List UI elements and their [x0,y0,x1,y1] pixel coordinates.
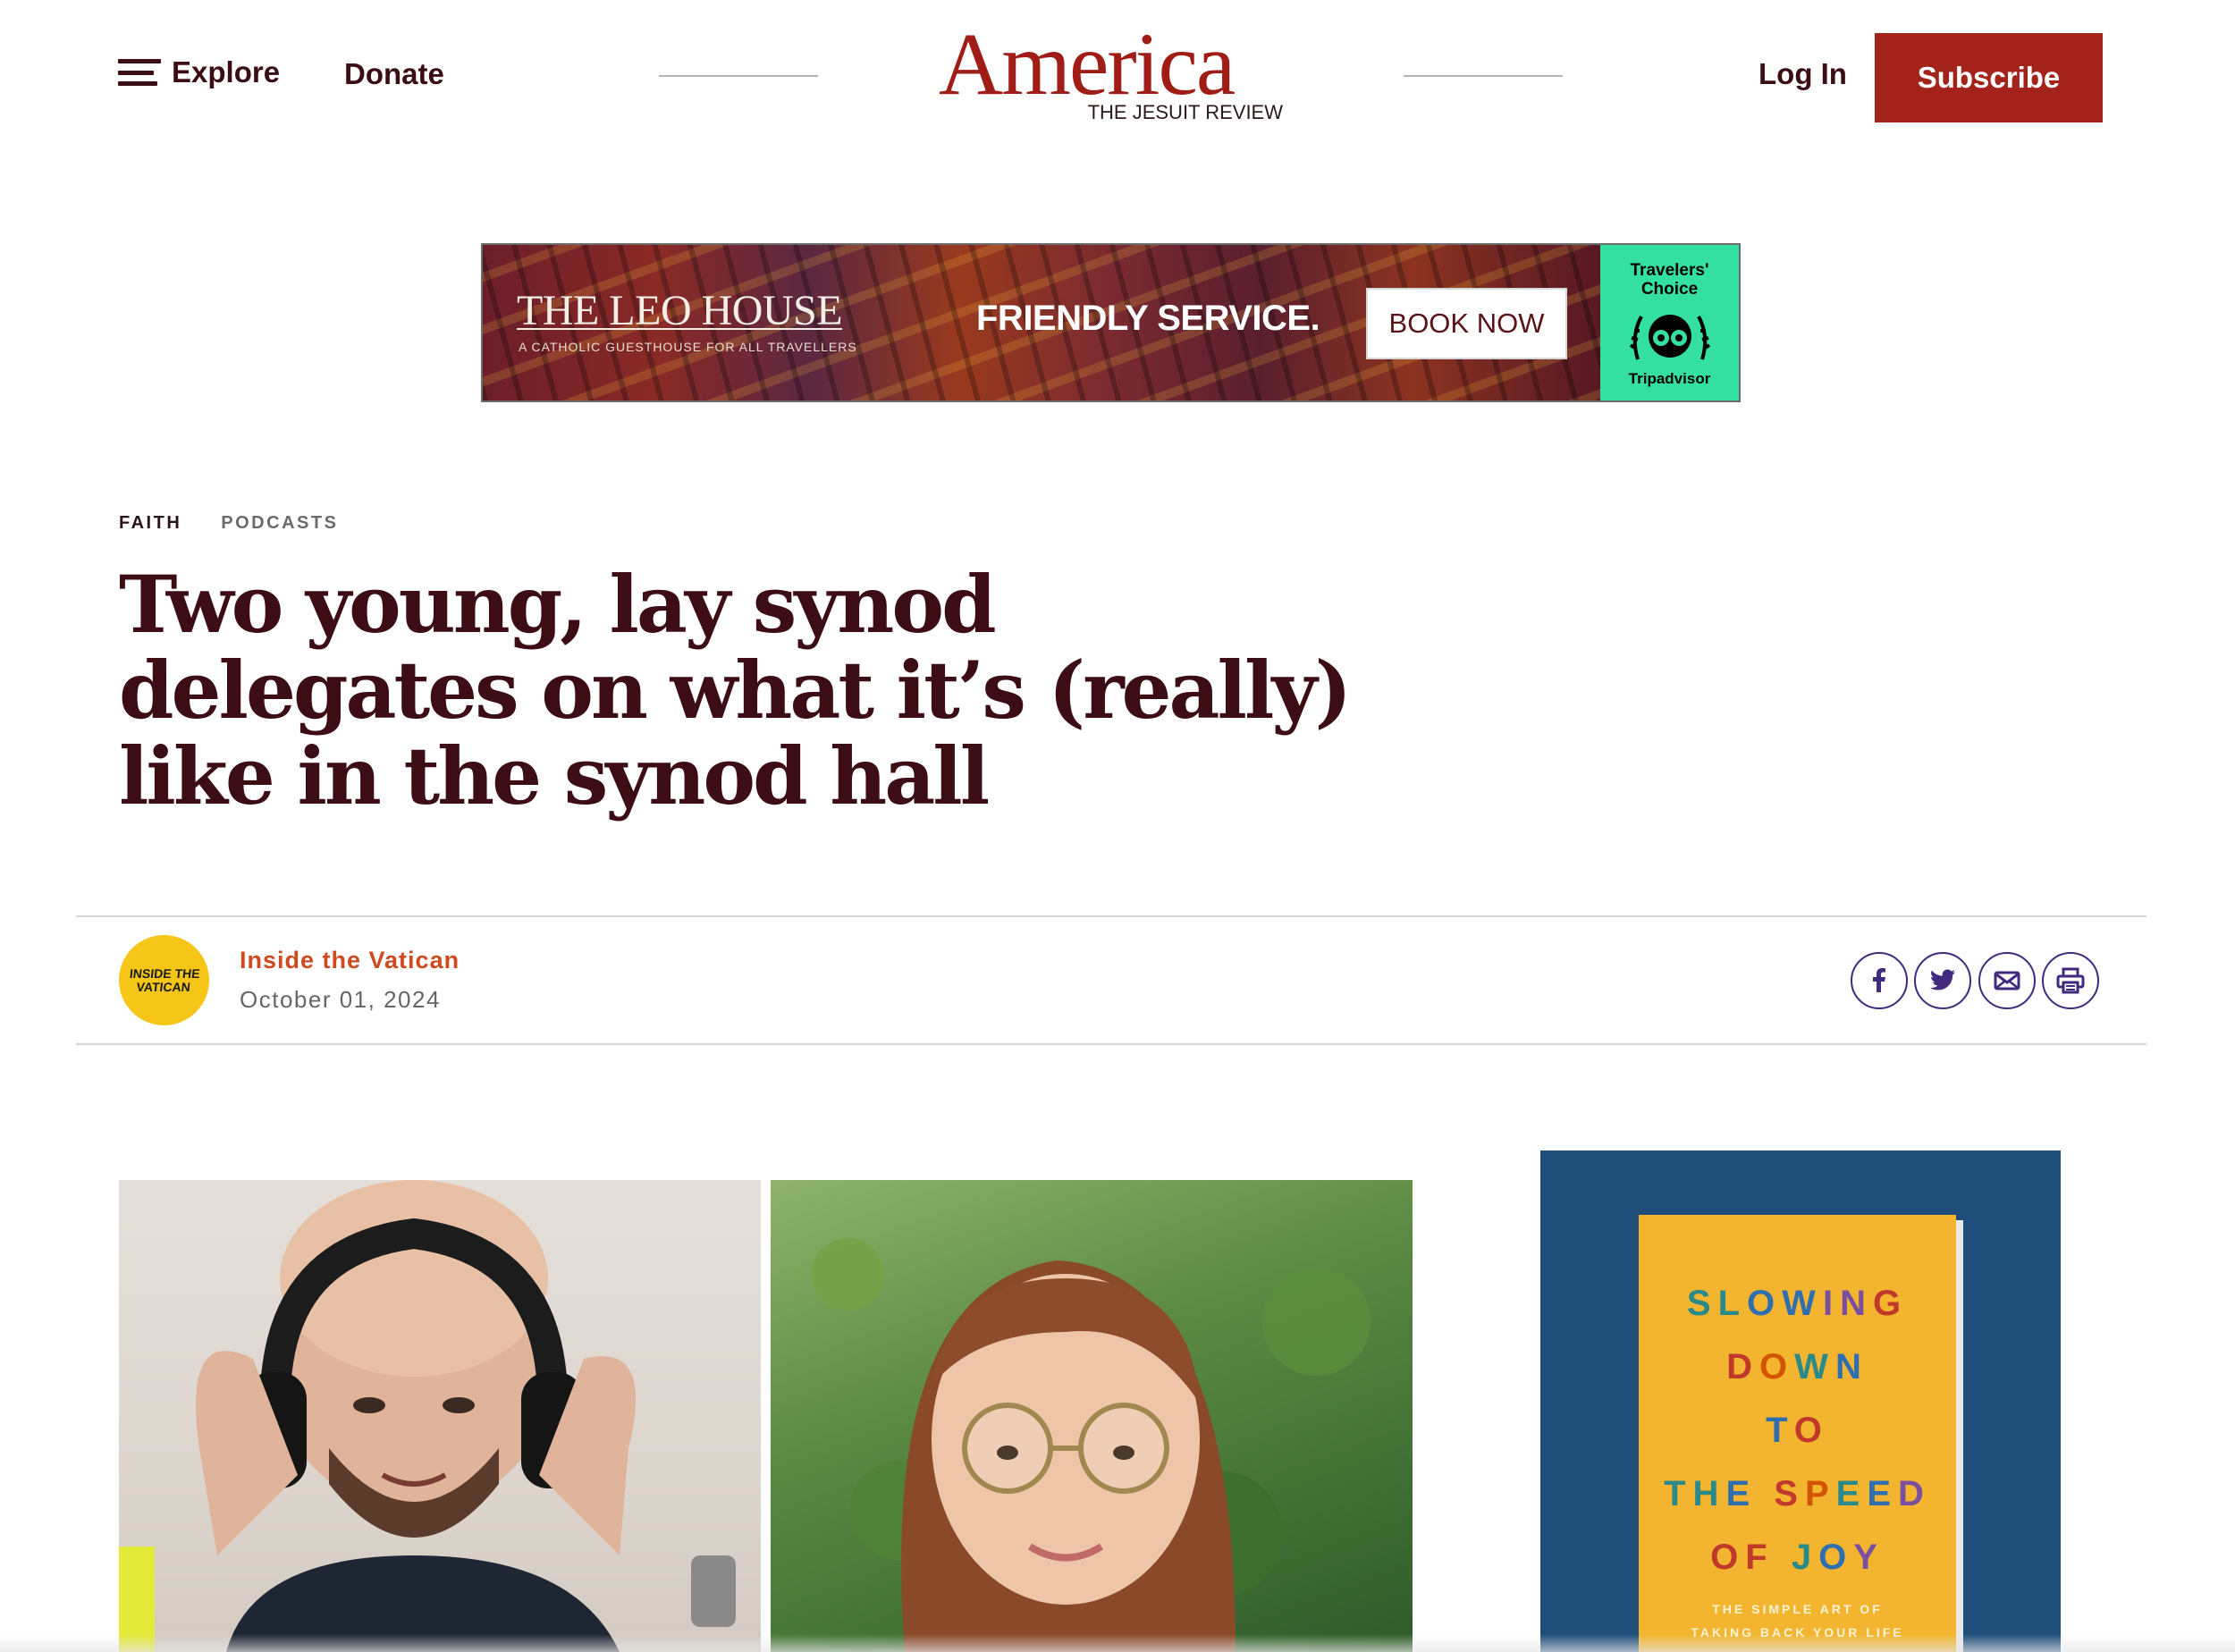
book-title-letter: S [1774,1474,1805,1513]
book-title-letter [1757,1474,1774,1513]
book-title-letter: D [1898,1474,1931,1513]
ad-subtitle: A CATHOLIC GUESTHOUSE FOR ALL TRAVELLERS [519,340,857,354]
book-title-letter: O [1818,1538,1854,1577]
book-title-letter: O [1793,1411,1829,1450]
badge-label: Travelers' Choice [1630,261,1709,299]
book-title-letter: S [1686,1284,1718,1323]
article-headline: Two young, lay synod delegates on what i… [119,558,1352,822]
book-title-letter: T [1766,1411,1794,1450]
header-divider-left [659,75,818,77]
header-divider-right [1404,75,1563,77]
book-title-letter: N [1834,1347,1868,1386]
book-title-letter: L [1717,1284,1748,1323]
book-title: SLOWING DOWN TO THE SPEED OF JOY [1639,1272,1956,1589]
book-title-letter: E [1867,1474,1898,1513]
book-title-letter: Y [1853,1538,1885,1577]
logo-tagline: THE JESUIT REVIEW [1087,101,1283,123]
book-subtitle-line-1: THE SIMPLE ART OF [1712,1602,1883,1616]
ad-banner[interactable]: THE LEO HOUSE A CATHOLIC GUESTHOUSE FOR … [481,243,1741,402]
hero-photo-man-headphones [119,1180,761,1652]
scroll-fade [0,1634,2235,1652]
byline-divider-bottom [76,1043,2146,1045]
article-tags: FAITH PODCASTS [119,513,338,534]
publish-date: October 01, 2024 [240,986,441,1013]
man-with-headphones-image [119,1180,736,1652]
author-avatar[interactable]: INSIDE THE VATICAN [119,935,209,1025]
book-title-letter: J [1791,1538,1819,1577]
ad-tagline: FRIENDLY SERVICE. [976,299,1320,338]
share-email-button[interactable] [1978,952,2036,1009]
owl-icon [1629,315,1710,360]
book-title-letter: N [1840,1284,1873,1323]
share-print-button[interactable] [2042,952,2099,1009]
ad-title: THE LEO HOUSE [517,287,843,334]
book-title-letter: P [1804,1474,1836,1513]
book-cover: SLOWING DOWN TO THE SPEED OF JOY THE SIMPLE … [1639,1215,1956,1652]
book-title-letter [1775,1538,1792,1577]
print-icon [2056,967,2085,994]
book-title-letter: D [1726,1347,1760,1386]
book-title-line: DOWN [1639,1336,1956,1399]
book-title-line: SLOWING [1639,1272,1956,1336]
book-title-letter: W [1794,1347,1835,1386]
book-title-letter: W [1782,1284,1823,1323]
book-title-letter: I [1822,1284,1841,1323]
subscribe-button[interactable]: Subscribe [1875,33,2103,122]
explore-menu-button[interactable]: Explore [118,55,280,89]
book-title-line: TO [1639,1399,1956,1462]
book-title-letter: G [1872,1284,1909,1323]
author-link[interactable]: Inside the Vatican [240,947,460,974]
donate-link[interactable]: Donate [344,57,444,91]
book-title-letter: O [1759,1347,1795,1386]
book-title-letter: F [1745,1538,1775,1577]
tripadvisor-label: Tripadvisor [1628,370,1711,387]
tag-podcasts[interactable]: PODCASTS [221,513,338,534]
twitter-icon [1929,969,1955,990]
woman-with-glasses-image [901,1260,1236,1652]
login-link[interactable]: Log In [1758,57,1847,91]
book-title-letter: O [1710,1538,1746,1577]
explore-label: Explore [172,55,281,88]
tag-faith[interactable]: FAITH [119,513,181,534]
site-header: Explore Donate America THE JESUIT REVIEW… [0,0,2235,161]
book-title-line: THE SPEED [1639,1462,1956,1526]
book-title-letter: E [1725,1474,1758,1513]
share-facebook-button[interactable] [1851,952,1908,1009]
logo-wordmark: America [939,14,1236,114]
byline-divider-top [76,915,2146,917]
book-title-letter: O [1747,1284,1783,1323]
book-title-line: OF JOY [1639,1526,1956,1589]
book-advertisement[interactable]: SLOWING DOWN TO THE SPEED OF JOY THE SIMPLE … [1540,1150,2061,1652]
email-icon [1994,971,2020,990]
tripadvisor-badge: Travelers' Choice Tripadvisor [1600,245,1739,400]
site-logo[interactable]: America THE JESUIT REVIEW [939,20,1283,127]
book-title-letter: H [1692,1474,1726,1513]
share-twitter-button[interactable] [1914,952,1971,1009]
hamburger-icon [118,59,161,86]
ad-book-now-button[interactable]: BOOK NOW [1366,288,1567,359]
book-title-letter: T [1664,1474,1693,1513]
facebook-icon [1873,968,1885,992]
hero-photo-woman-glasses [771,1180,1413,1652]
avatar-text: INSIDE THE VATICAN [129,965,201,994]
book-title-letter: E [1835,1474,1868,1513]
